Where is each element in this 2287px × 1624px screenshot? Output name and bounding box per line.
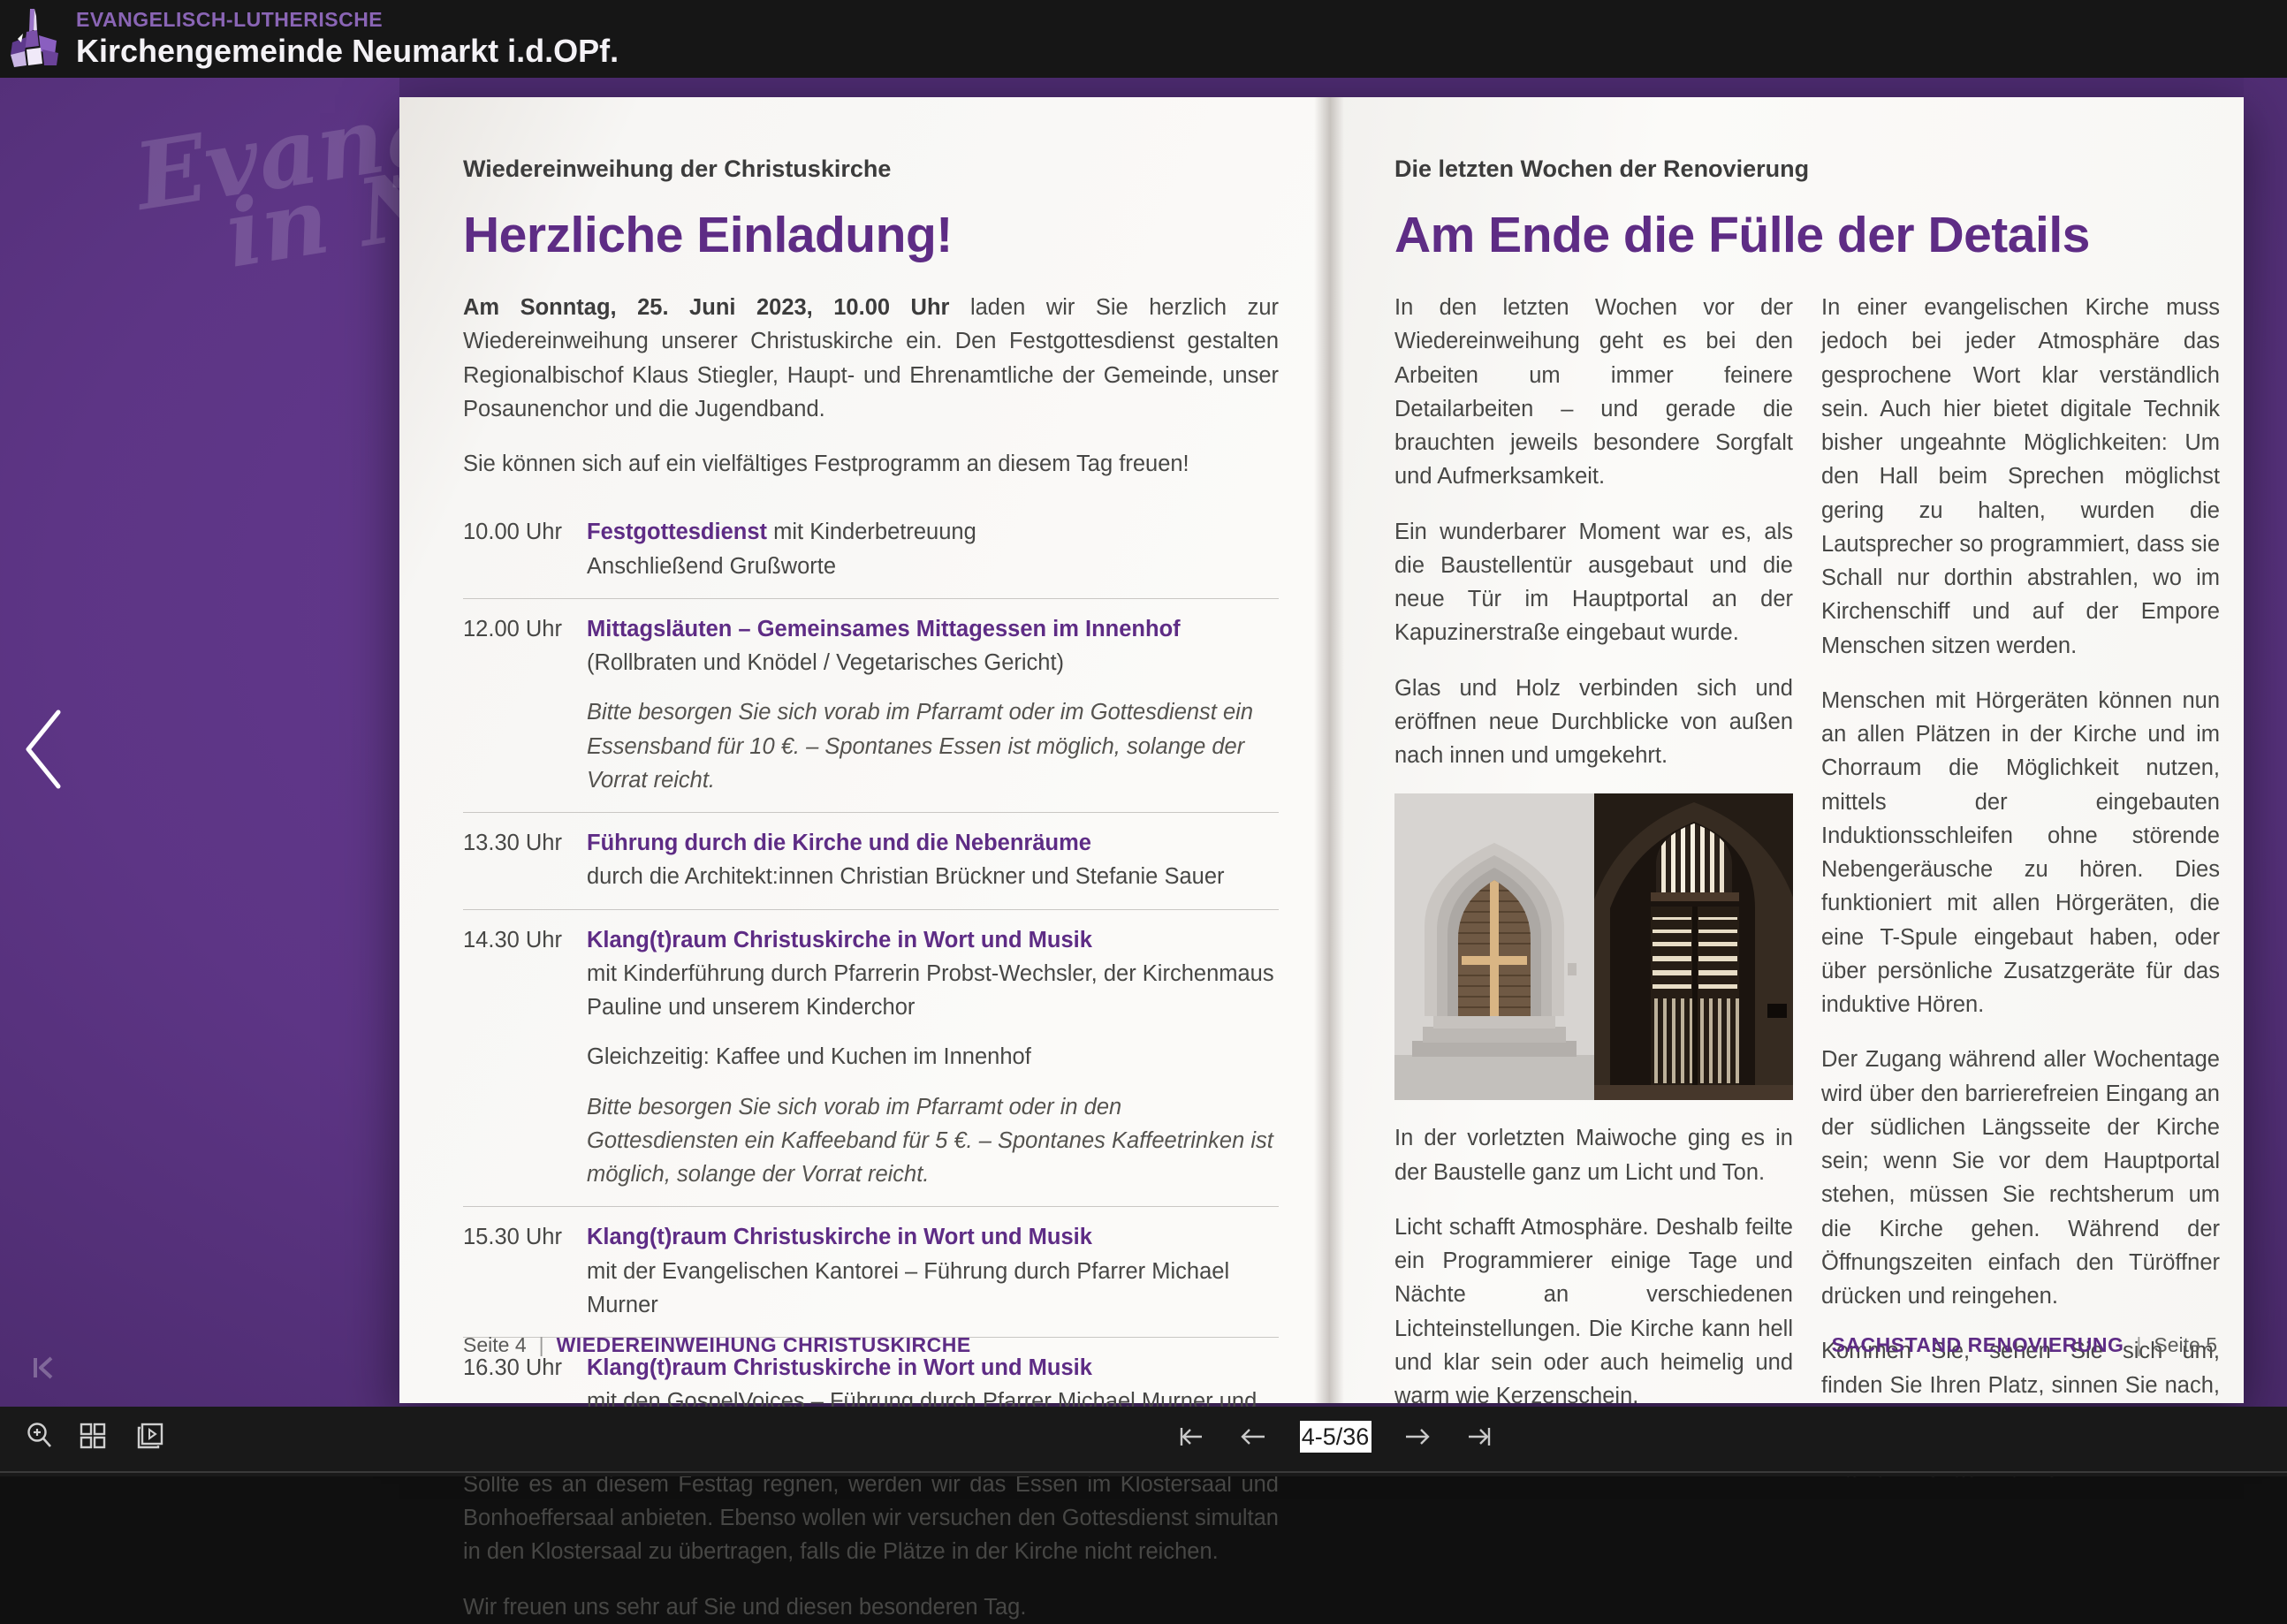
next-page-button[interactable] [1402,1421,1433,1453]
schedule-entry-title: Festgottesdienst [587,520,767,544]
schedule-entry-sub: (Rollbraten und Knödel / Vegetarisches G… [587,646,1279,679]
door-photos [1394,793,1793,1100]
exterior-door-photo [1394,793,1594,1100]
page-indicator[interactable]: 4-5/36 [1300,1421,1371,1453]
previous-spread-button[interactable] [21,707,67,792]
intro-paragraph-2: Sie können sich auf ein vielfältiges Fes… [463,447,1279,481]
org-name-line1: EVANGELISCH-LUTHERISCHE [76,9,619,31]
right-page-title: Am Ende die Fülle der Details [1394,206,2220,264]
slideshow-button[interactable] [135,1421,165,1451]
zoom-in-button[interactable] [25,1421,55,1451]
last-page-icon [1463,1421,1495,1453]
schedule-row: 10.00 Uhr Festgottesdienst mit Kinderbet… [463,502,1279,599]
schedule-time: 15.30 Uhr [463,1220,587,1322]
closing-paragraph-2: Wir freuen uns sehr auf Sie und diesen b… [463,1590,1279,1624]
column1-paragraph: Glas und Holz verbinden sich und eröffne… [1394,672,1793,773]
right-page-number: Seite 5 [2154,1333,2217,1356]
left-page-title: Herzliche Einladung! [463,206,1279,264]
schedule-row: 14.30 Uhr Klang(t)raum Christuskirche in… [463,910,1279,1208]
schedule-time: 13.30 Uhr [463,826,587,894]
first-page-icon [1175,1421,1207,1453]
page-navigation: 4-5/36 [1175,1414,1495,1460]
schedule-row: 15.30 Uhr Klang(t)raum Christuskirche in… [463,1207,1279,1338]
schedule-entry-title: Klang(t)raum Christuskirche in Wort und … [587,1220,1279,1254]
last-page-button[interactable] [1463,1421,1495,1453]
schedule-entry-extra: Gleichzeitig: Kaffee und Kuchen im Innen… [587,1040,1279,1074]
column2-paragraph: Der Zugang während aller Wochentage wird… [1821,1043,2220,1313]
right-page-column-2: In einer evangelischen Kirche muss jedoc… [1821,291,2220,1483]
schedule-note: Bitte besorgen Sie sich vorab im Pfarram… [587,695,1279,797]
schedule-entry-sub: Anschließend Grußworte [587,550,1279,583]
schedule-entry: Festgottesdienst mit Kinderbetreuung [587,515,1279,549]
page-top-shadow-strip [399,78,2244,99]
column1-paragraph: In den letzten Wochen vor der Wiedereinw… [1394,291,1793,494]
schedule-entry-title: Führung durch die Kirche und die Nebenrä… [587,826,1279,860]
next-page-icon [1402,1421,1433,1453]
right-page-kicker: Die letzten Wochen der Renovierung [1394,156,2220,183]
org-name-line2: Kirchengemeinde Neumarkt i.d.OPf. [76,31,619,71]
left-page: Wiedereinweihung der Christuskirche Herz… [399,97,1330,1403]
zoom-in-icon [25,1421,55,1451]
schedule-entry-title: Klang(t)raum Christuskirche in Wort und … [587,923,1279,957]
footer-separator: | [2124,1333,2154,1356]
slideshow-icon [135,1421,165,1451]
church-logo [7,7,64,71]
schedule-entry-sub: mit der Evangelischen Kantorei – Führung… [587,1255,1279,1323]
intro-lead-bold: Am Sonntag, 25. Juni 2023, 10.00 Uhr [463,295,949,320]
interior-door-photo [1594,793,1794,1100]
thumbnail-grid-icon [78,1421,108,1451]
viewer-toolbar [0,1407,2287,1476]
previous-page-button[interactable] [1237,1421,1269,1453]
column1-paragraph: Licht schafft Atmosphäre. Deshalb feilte… [1394,1210,1793,1414]
closing-paragraph-1: Sollte es an diesem Festtag regnen, werd… [463,1468,1279,1569]
schedule-entry-after: mit Kinderbetreuung [767,520,976,544]
left-page-footer: Seite 4|WIEDEREINWEIHUNG CHRISTUSKIRCHE [463,1333,971,1357]
previous-page-icon [1237,1421,1269,1453]
first-page-faint-button[interactable] [30,1355,57,1381]
footer-separator: | [527,1333,557,1356]
schedule-time: 10.00 Uhr [463,515,587,583]
thumbnail-grid-button[interactable] [78,1421,108,1451]
column2-paragraph: Menschen mit Hörgeräten können nun an al… [1821,684,2220,1022]
column1-paragraph: In der vorletzten Maiwoche ging es in de… [1394,1121,1793,1189]
first-page-button[interactable] [1175,1421,1207,1453]
schedule-note: Bitte besorgen Sie sich vorab im Pfarram… [587,1090,1279,1192]
app-header: EVANGELISCH-LUTHERISCHE Kirchengemeinde … [0,0,2287,78]
intro-paragraph: Am Sonntag, 25. Juni 2023, 10.00 Uhr lad… [463,291,1279,426]
right-page-column-1: In den letzten Wochen vor der Wiedereinw… [1394,291,1793,1483]
right-footer-section-label: SACHSTAND RENOVIERUNG [1832,1333,2124,1356]
schedule-time: 12.00 Uhr [463,612,587,797]
right-page-footer: SACHSTAND RENOVIERUNG|Seite 5 [1832,1333,2217,1357]
chevron-left-icon [21,707,67,792]
schedule-entry-title: Mittagsläuten – Gemeinsames Mittagessen … [587,612,1279,646]
left-footer-section-label: WIEDEREINWEIHUNG CHRISTUSKIRCHE [557,1333,971,1356]
festival-schedule: 10.00 Uhr Festgottesdienst mit Kinderbet… [463,502,1279,1468]
right-page: Die letzten Wochen der Renovierung Am En… [1330,97,2244,1403]
schedule-time: 14.30 Uhr [463,923,587,1192]
schedule-row: 13.30 Uhr Führung durch die Kirche und d… [463,813,1279,910]
schedule-entry-sub: durch die Architekt:innen Christian Brüc… [587,860,1279,893]
left-page-kicker: Wiedereinweihung der Christuskirche [463,156,1279,183]
column2-paragraph: In einer evangelischen Kirche muss jedoc… [1821,291,2220,663]
schedule-entry-sub: mit Kinderführung durch Pfarrerin Probst… [587,957,1279,1025]
first-page-faint-icon [30,1355,57,1381]
schedule-row: 12.00 Uhr Mittagsläuten – Gemeinsames Mi… [463,599,1279,813]
book-spread: Wiedereinweihung der Christuskirche Herz… [399,97,2244,1403]
left-page-number: Seite 4 [463,1333,527,1356]
viewer-background: Evangelisch in Ne Wiedereinweihung der C… [0,66,2287,1407]
column1-paragraph: Ein wunderbarer Moment war es, als die B… [1394,515,1793,650]
